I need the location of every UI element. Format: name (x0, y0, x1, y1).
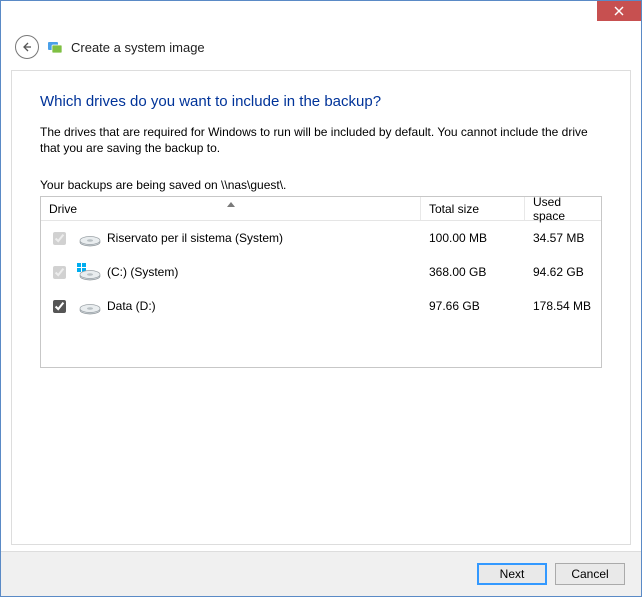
table-row[interactable]: Riservato per il sistema (System) 100.00 … (41, 221, 601, 255)
save-location-line: Your backups are being saved on \\nas\gu… (40, 178, 602, 192)
back-button[interactable] (15, 35, 39, 59)
table-row[interactable]: Data (D:) 97.66 GB178.54 MB (41, 289, 601, 323)
column-header-used-space[interactable]: Used space (525, 197, 601, 220)
drive-used-space: 94.62 GB (525, 265, 601, 279)
next-button[interactable]: Next (477, 563, 547, 585)
drive-checkbox[interactable] (53, 300, 66, 313)
drive-total-size: 97.66 GB (421, 299, 525, 313)
table-header-row: Drive Total size Used space (41, 197, 601, 221)
wizard-header: Create a system image (1, 29, 641, 73)
drive-used-space: 178.54 MB (525, 299, 601, 313)
page-question: Which drives do you want to include in t… (40, 93, 602, 110)
table-row[interactable]: (C:) (System) 368.00 GB94.62 GB (41, 255, 601, 289)
wizard-footer: Next Cancel (1, 551, 641, 596)
cancel-button[interactable]: Cancel (555, 563, 625, 585)
drive-total-size: 100.00 MB (421, 231, 525, 245)
back-arrow-icon (21, 41, 33, 53)
drive-checkbox (53, 266, 66, 279)
window-title: Create a system image (71, 40, 205, 55)
close-button[interactable] (597, 1, 641, 21)
column-header-total-label: Total size (429, 202, 479, 216)
column-header-drive[interactable]: Drive (41, 197, 421, 220)
drive-total-size: 368.00 GB (421, 265, 525, 279)
column-header-drive-label: Drive (49, 202, 77, 216)
column-header-total-size[interactable]: Total size (421, 197, 525, 220)
drive-icon (75, 229, 101, 247)
close-icon (614, 6, 624, 16)
sort-ascending-icon (227, 196, 235, 210)
page-explain: The drives that are required for Windows… (40, 124, 602, 156)
table-body: Riservato per il sistema (System) 100.00 … (41, 221, 601, 367)
drive-icon (75, 297, 101, 315)
drive-label: Riservato per il sistema (System) (107, 231, 283, 245)
system-image-icon (47, 39, 63, 55)
drives-table: Drive Total size Used space Riservato pe… (40, 196, 602, 368)
drive-checkbox (53, 232, 66, 245)
drive-label: Data (D:) (107, 299, 156, 313)
drive-label: (C:) (System) (107, 265, 178, 279)
wizard-page: Which drives do you want to include in t… (11, 70, 631, 545)
window-titlebar (1, 1, 641, 29)
column-header-used-label: Used space (533, 195, 593, 223)
drive-used-space: 34.57 MB (525, 231, 601, 245)
drive-icon (75, 263, 101, 281)
